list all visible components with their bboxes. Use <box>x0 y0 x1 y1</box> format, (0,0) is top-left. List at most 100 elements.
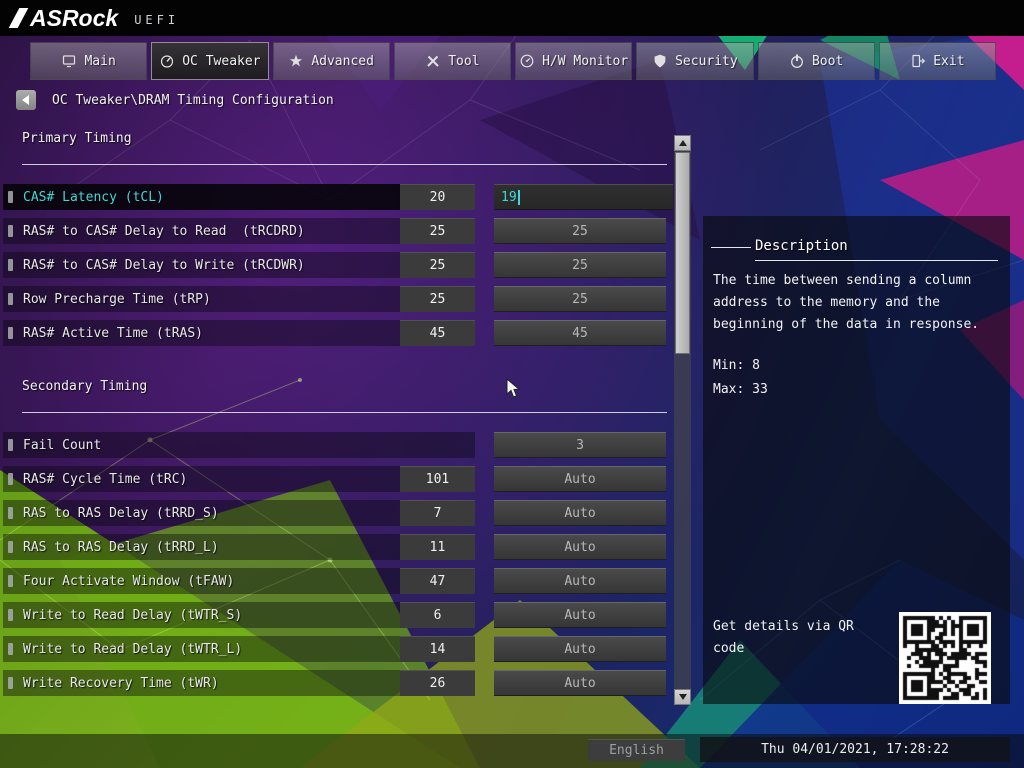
language-button[interactable]: English <box>588 739 685 761</box>
scrollbar-track[interactable] <box>674 151 691 689</box>
oc-tweaker-icon <box>161 55 174 68</box>
value-select[interactable]: 45 <box>494 320 666 346</box>
tab-label: Exit <box>933 53 965 69</box>
current-value: 25 <box>400 286 475 312</box>
mouse-cursor <box>506 378 521 398</box>
setting-row-trc[interactable]: RAS# Cycle Time (tRC) 101 Auto <box>3 466 666 492</box>
value-select[interactable]: Auto <box>494 500 666 526</box>
row-strip: RAS# to CAS# Delay to Write (tRCDWR) 25 <box>3 252 475 278</box>
item-bullet-icon <box>8 473 13 485</box>
value-select[interactable]: 25 <box>494 286 666 312</box>
current-value: 11 <box>400 534 475 560</box>
setting-label: RAS to RAS Delay (tRRD_L) <box>23 539 219 555</box>
setting-row-trcdrd[interactable]: RAS# to CAS# Delay to Read (tRCDRD) 25 2… <box>3 218 666 244</box>
row-strip: RAS# Cycle Time (tRC) 101 <box>3 466 475 492</box>
description-rule-right <box>755 260 998 261</box>
setting-row-trcdwr[interactable]: RAS# to CAS# Delay to Write (tRCDWR) 25 … <box>3 252 666 278</box>
tab-main[interactable]: Main <box>30 42 148 80</box>
tab-label: Advanced <box>311 53 374 69</box>
setting-row-fail-count[interactable]: Fail Count 3 <box>3 432 666 458</box>
value-text: 45 <box>572 325 588 341</box>
value-text: 25 <box>572 257 588 273</box>
setting-label: RAS# Active Time (tRAS) <box>23 325 204 341</box>
value-select[interactable]: 25 <box>494 218 666 244</box>
description-text: The time between sending a column addres… <box>713 270 1003 336</box>
row-strip: Four Activate Window (tFAW) 47 <box>3 568 475 594</box>
scrollbar[interactable] <box>674 135 691 705</box>
qr-caption-line: Get details via QR <box>713 619 854 634</box>
footer-bar: English Thu 04/01/2021, 17:28:22 <box>0 734 1024 768</box>
datetime-display: Thu 04/01/2021, 17:28:22 <box>700 737 1010 762</box>
tab-label: H/W Monitor <box>542 53 629 69</box>
row-strip: Write to Read Delay (tWTR_L) 14 <box>3 636 475 662</box>
setting-row-twtr-s[interactable]: Write to Read Delay (tWTR_S) 6 Auto <box>3 602 666 628</box>
value-select[interactable]: Auto <box>494 534 666 560</box>
item-bullet-icon <box>8 643 13 655</box>
setting-label: Row Precharge Time (tRP) <box>23 291 211 307</box>
setting-label: Fail Count <box>23 437 102 453</box>
value-select[interactable]: 3 <box>494 432 666 458</box>
description-max: Max: 33 <box>713 382 768 397</box>
asrock-logo: ASRock <box>14 5 118 32</box>
value-text: 25 <box>572 291 588 307</box>
back-arrow-icon <box>21 95 29 105</box>
setting-row-trrd-l[interactable]: RAS to RAS Delay (tRRD_L) 11 Auto <box>3 534 666 560</box>
value-text: Auto <box>564 505 596 521</box>
setting-label: Write Recovery Time (tWR) <box>23 675 219 691</box>
row-strip: Fail Count <box>3 432 475 458</box>
setting-row-tras[interactable]: RAS# Active Time (tRAS) 45 45 <box>3 320 666 346</box>
tab-advanced[interactable]: Advanced <box>272 42 390 80</box>
value-text: Auto <box>564 573 596 589</box>
scrollbar-thumb[interactable] <box>675 152 690 354</box>
tab-label: OC Tweaker <box>182 53 261 69</box>
setting-label: RAS# to CAS# Delay to Write (tRCDWR) <box>23 257 305 273</box>
scroll-up-button[interactable] <box>674 135 691 151</box>
tab-security[interactable]: Security <box>636 42 754 80</box>
item-bullet-icon <box>8 609 13 621</box>
value-text: Auto <box>564 641 596 657</box>
row-strip: Write Recovery Time (tWR) 26 <box>3 670 475 696</box>
setting-row-tfaw[interactable]: Four Activate Window (tFAW) 47 Auto <box>3 568 666 594</box>
back-button[interactable] <box>16 90 36 110</box>
row-strip: RAS# to CAS# Delay to Read (tRCDRD) 25 <box>3 218 475 244</box>
value-select[interactable]: 25 <box>494 252 666 278</box>
setting-label: Write to Read Delay (tWTR_S) <box>23 607 243 623</box>
uefi-screen: ASRock UEFI Main OC Tweaker Advanced Too… <box>0 0 1024 768</box>
tab-tool[interactable]: Tool <box>393 42 511 80</box>
setting-row-tcl[interactable]: CAS# Latency (tCL) 20 19 <box>3 184 673 210</box>
qr-code <box>899 612 991 704</box>
tab-label: Security <box>675 53 738 69</box>
description-title: Description <box>755 238 848 254</box>
value-select[interactable]: Auto <box>494 568 666 594</box>
value-select[interactable]: Auto <box>494 670 666 696</box>
setting-row-twr[interactable]: Write Recovery Time (tWR) 26 Auto <box>3 670 666 696</box>
qr-caption-line: code <box>713 641 745 656</box>
tab-boot[interactable]: Boot <box>757 42 875 80</box>
arrow-up-icon <box>678 140 687 146</box>
tab-hw-monitor[interactable]: H/W Monitor <box>515 42 633 80</box>
setting-label: RAS# Cycle Time (tRC) <box>23 471 188 487</box>
row-strip: CAS# Latency (tCL) 20 <box>3 184 475 210</box>
description-rule-left <box>711 247 751 248</box>
setting-row-trrd-s[interactable]: RAS to RAS Delay (tRRD_S) 7 Auto <box>3 500 666 526</box>
qr-caption: Get details via QR code <box>713 616 893 660</box>
tab-oc-tweaker[interactable]: OC Tweaker <box>151 42 269 80</box>
value-text: Auto <box>564 675 596 691</box>
setting-row-twtr-l[interactable]: Write to Read Delay (tWTR_L) 14 Auto <box>3 636 666 662</box>
value-select[interactable]: Auto <box>494 602 666 628</box>
scroll-down-button[interactable] <box>674 689 691 705</box>
security-icon <box>654 54 666 68</box>
tab-exit[interactable]: Exit <box>878 42 996 80</box>
breadcrumb: OC Tweaker\DRAM Timing Configuration <box>52 93 334 108</box>
value-input[interactable]: 19 <box>494 184 673 210</box>
row-strip: RAS to RAS Delay (tRRD_S) 7 <box>3 500 475 526</box>
item-bullet-icon <box>8 259 13 271</box>
section-rule <box>22 412 667 413</box>
value-select[interactable]: Auto <box>494 466 666 492</box>
current-value: 6 <box>400 602 475 628</box>
setting-row-trp[interactable]: Row Precharge Time (tRP) 25 25 <box>3 286 666 312</box>
description-min: Min: 8 <box>713 358 760 373</box>
value-text: 19 <box>501 189 517 205</box>
value-select[interactable]: Auto <box>494 636 666 662</box>
item-bullet-icon <box>8 327 13 339</box>
